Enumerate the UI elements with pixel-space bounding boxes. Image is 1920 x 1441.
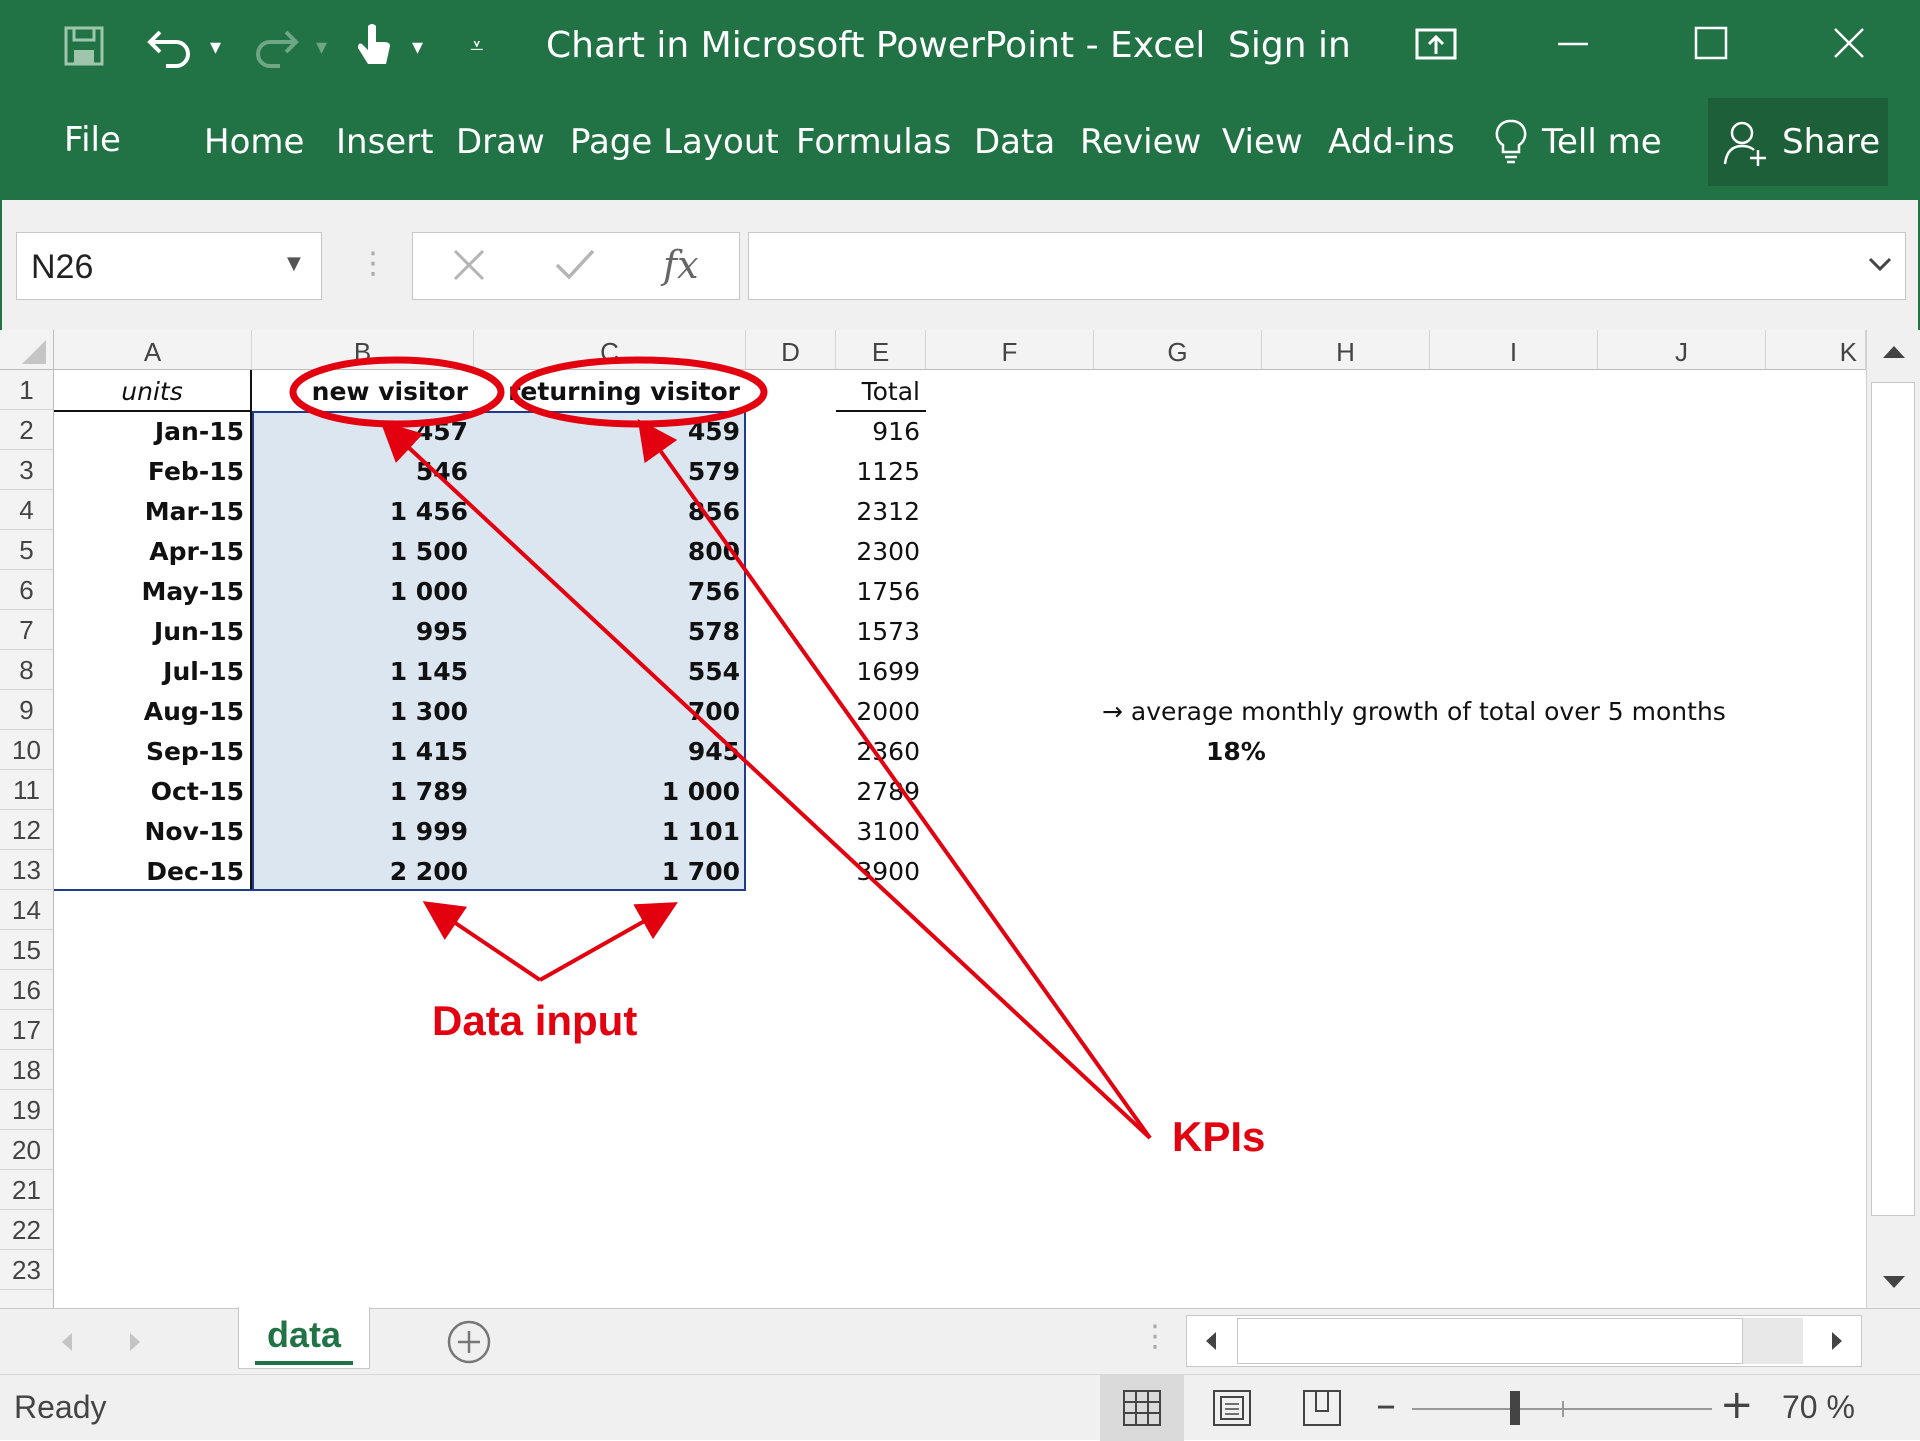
zoom-slider-thumb[interactable] xyxy=(1510,1391,1520,1425)
sheet-tab-bar: data ⋮ xyxy=(0,1307,1920,1374)
zoom-out-icon[interactable]: – xyxy=(1376,1383,1396,1427)
sheet-tab-label: data xyxy=(266,1314,342,1355)
data-input-label: Data input xyxy=(432,997,638,1044)
vertical-scroll-thumb[interactable] xyxy=(1871,382,1915,1216)
scroll-right-icon[interactable] xyxy=(1829,1330,1845,1356)
zoom-in-icon[interactable]: + xyxy=(1720,1383,1754,1427)
kpis-label: KPIs xyxy=(1172,1113,1266,1160)
next-sheet-icon[interactable] xyxy=(126,1331,144,1357)
data-input-arrow-right xyxy=(539,902,678,982)
status-bar: Ready – + 70 % xyxy=(0,1374,1920,1441)
scroll-down-icon[interactable] xyxy=(1881,1272,1907,1296)
new-sheet-icon[interactable] xyxy=(446,1319,492,1369)
zoom-slider-center-tick xyxy=(1562,1401,1564,1417)
status-ready: Ready xyxy=(14,1389,107,1425)
sheet-tab-data[interactable]: data xyxy=(238,1307,370,1369)
scroll-left-icon[interactable] xyxy=(1203,1330,1219,1356)
page-break-preview-icon[interactable] xyxy=(1302,1389,1342,1431)
active-tab-underline xyxy=(255,1361,353,1365)
horizontal-scrollbar[interactable] xyxy=(1186,1315,1862,1367)
page-layout-view-icon[interactable] xyxy=(1212,1389,1252,1431)
normal-view-button[interactable] xyxy=(1100,1375,1184,1441)
horizontal-scroll-thumb[interactable] xyxy=(1237,1318,1743,1364)
scroll-up-icon[interactable] xyxy=(1881,342,1907,366)
annotation-overlay xyxy=(289,356,1152,1140)
data-input-arrow-left xyxy=(422,901,542,982)
tab-split-grip-icon[interactable]: ⋮ xyxy=(1140,1317,1170,1357)
new-visitor-circle xyxy=(289,356,505,428)
kpi-arrow-returning xyxy=(637,418,1152,1140)
prev-sheet-icon[interactable] xyxy=(58,1331,76,1357)
zoom-level[interactable]: 70 % xyxy=(1782,1387,1855,1427)
returning-visitor-circle xyxy=(510,356,768,428)
vertical-scrollbar[interactable] xyxy=(1866,330,1920,1308)
normal-view-icon xyxy=(1122,1389,1162,1431)
horizontal-scroll-track[interactable] xyxy=(1743,1318,1803,1364)
